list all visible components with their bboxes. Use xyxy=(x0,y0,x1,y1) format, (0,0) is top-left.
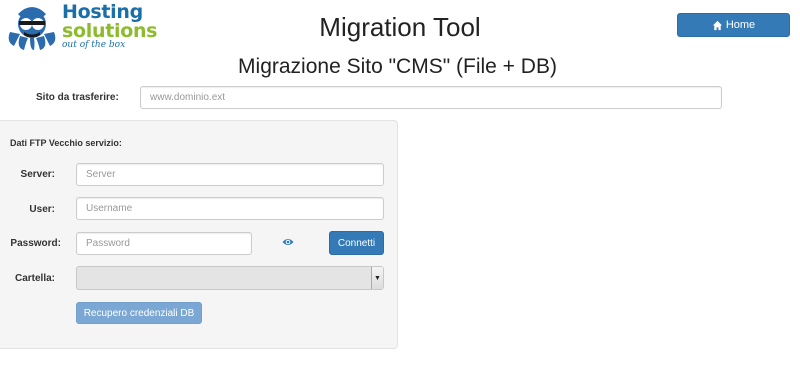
password-label: Password: xyxy=(10,238,61,249)
ftp-panel-title: Dati FTP Vecchio servizio: xyxy=(10,138,122,148)
site-input[interactable] xyxy=(140,86,722,109)
eye-icon[interactable] xyxy=(282,237,294,247)
site-field-label: Sito da trasferire: xyxy=(36,92,119,103)
dropdown-arrow-icon[interactable]: ▼ xyxy=(371,267,383,289)
server-label: Server: xyxy=(20,169,55,180)
user-label: User: xyxy=(29,204,55,215)
home-button[interactable]: Home xyxy=(677,13,790,37)
server-input[interactable] xyxy=(76,163,384,186)
password-input[interactable] xyxy=(76,232,252,255)
connect-button[interactable]: Connetti xyxy=(329,231,384,255)
recover-db-credentials-button[interactable]: Recupero credenziali DB xyxy=(76,302,202,324)
home-icon xyxy=(712,20,722,30)
folder-label: Cartella: xyxy=(14,273,55,284)
home-button-label: Home xyxy=(725,19,756,31)
folder-select[interactable]: ▼ xyxy=(76,266,384,290)
username-input[interactable] xyxy=(76,197,384,220)
page-subtitle: Migrazione Sito "CMS" (File + DB) xyxy=(238,55,557,78)
